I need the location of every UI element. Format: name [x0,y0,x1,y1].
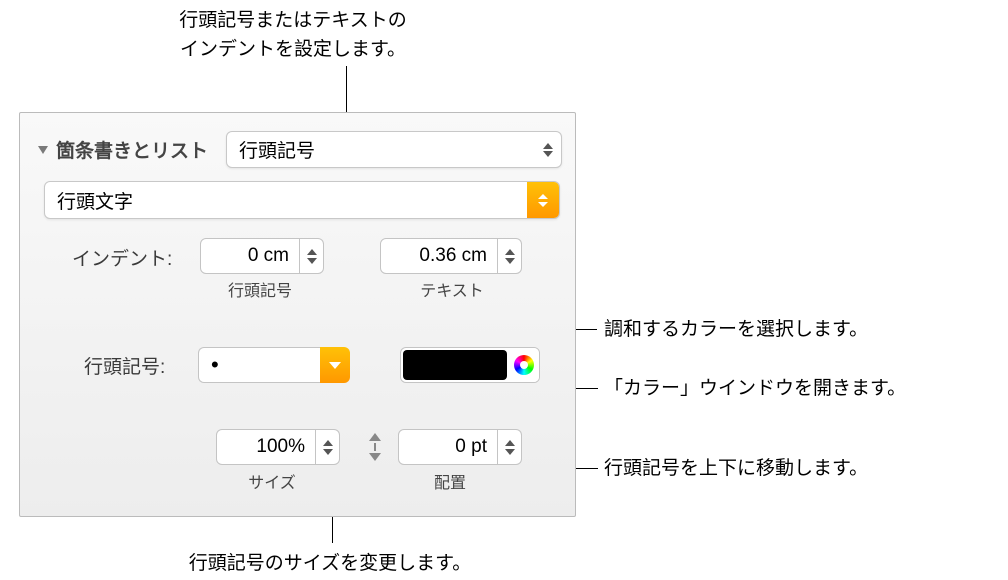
stepper-arrows-icon[interactable] [498,238,522,274]
size-field[interactable]: 100% [216,429,316,465]
bullet-char-popup[interactable]: 行頭文字 [44,181,560,219]
section-title: 箇条書きとリスト [56,136,208,163]
color-swatch[interactable] [403,350,507,380]
popup-indicator-icon [527,182,559,218]
bullet-glyph-select[interactable]: • [198,347,350,383]
list-type-value: 行頭記号 [239,136,315,163]
size-stepper[interactable]: 100% [216,429,340,465]
indent-text-field[interactable]: 0.36 cm [380,238,498,274]
stepper-arrows-icon[interactable] [316,429,340,465]
indent-label: インデント: [72,244,172,271]
align-stepper[interactable]: 0 pt [398,429,522,465]
bullets-lists-panel: 箇条書きとリスト 行頭記号 行頭文字 インデント: 0 cm 行頭記号 0.36… [19,112,576,517]
indent-bullet-stepper[interactable]: 0 cm [200,238,324,274]
size-sublabel: サイズ [232,469,312,493]
callout-color-match-text: 調和するカラーを選択します。 [604,319,868,340]
callout-color-window: 「カラー」ウインドウを開きます。 [604,375,906,404]
bullet-glyph-value: • [198,347,320,383]
bullet-char-value: 行頭文字 [45,183,527,218]
updown-chevrons-icon [543,143,553,157]
callout-move-vertical-text: 行頭記号を上下に移動します。 [604,458,868,479]
disclosure-triangle-icon[interactable] [38,146,48,154]
list-type-popup[interactable]: 行頭記号 [226,131,562,168]
callout-color-match: 調和するカラーを選択します。 [604,316,868,345]
section-header-row: 箇条書きとリスト 行頭記号 [34,131,562,168]
callout-indent: 行頭記号またはテキストの インデントを設定します。 [53,7,533,64]
bullet-row-label: 行頭記号: [84,352,165,379]
callout-move-vertical: 行頭記号を上下に移動します。 [604,455,868,484]
callout-resize: 行頭記号のサイズを変更します。 [170,550,490,579]
indent-bullet-sublabel: 行頭記号 [212,277,308,301]
bullet-color-well [400,347,540,383]
indent-text-sublabel: テキスト [404,277,500,301]
callout-indent-text: 行頭記号またはテキストの インデントを設定します。 [179,10,406,60]
stepper-arrows-icon[interactable] [300,238,324,274]
vertical-align-icon [364,433,386,461]
indent-text-stepper[interactable]: 0.36 cm [380,238,522,274]
color-wheel-icon [514,355,534,375]
stepper-arrows-icon[interactable] [498,429,522,465]
callout-resize-text: 行頭記号のサイズを変更します。 [189,553,472,574]
color-picker-button[interactable] [509,348,539,382]
callout-color-window-text: 「カラー」ウインドウを開きます。 [604,378,906,399]
align-sublabel: 配置 [420,469,480,493]
dropdown-indicator-icon [320,347,350,383]
align-field[interactable]: 0 pt [398,429,498,465]
indent-bullet-field[interactable]: 0 cm [200,238,300,274]
